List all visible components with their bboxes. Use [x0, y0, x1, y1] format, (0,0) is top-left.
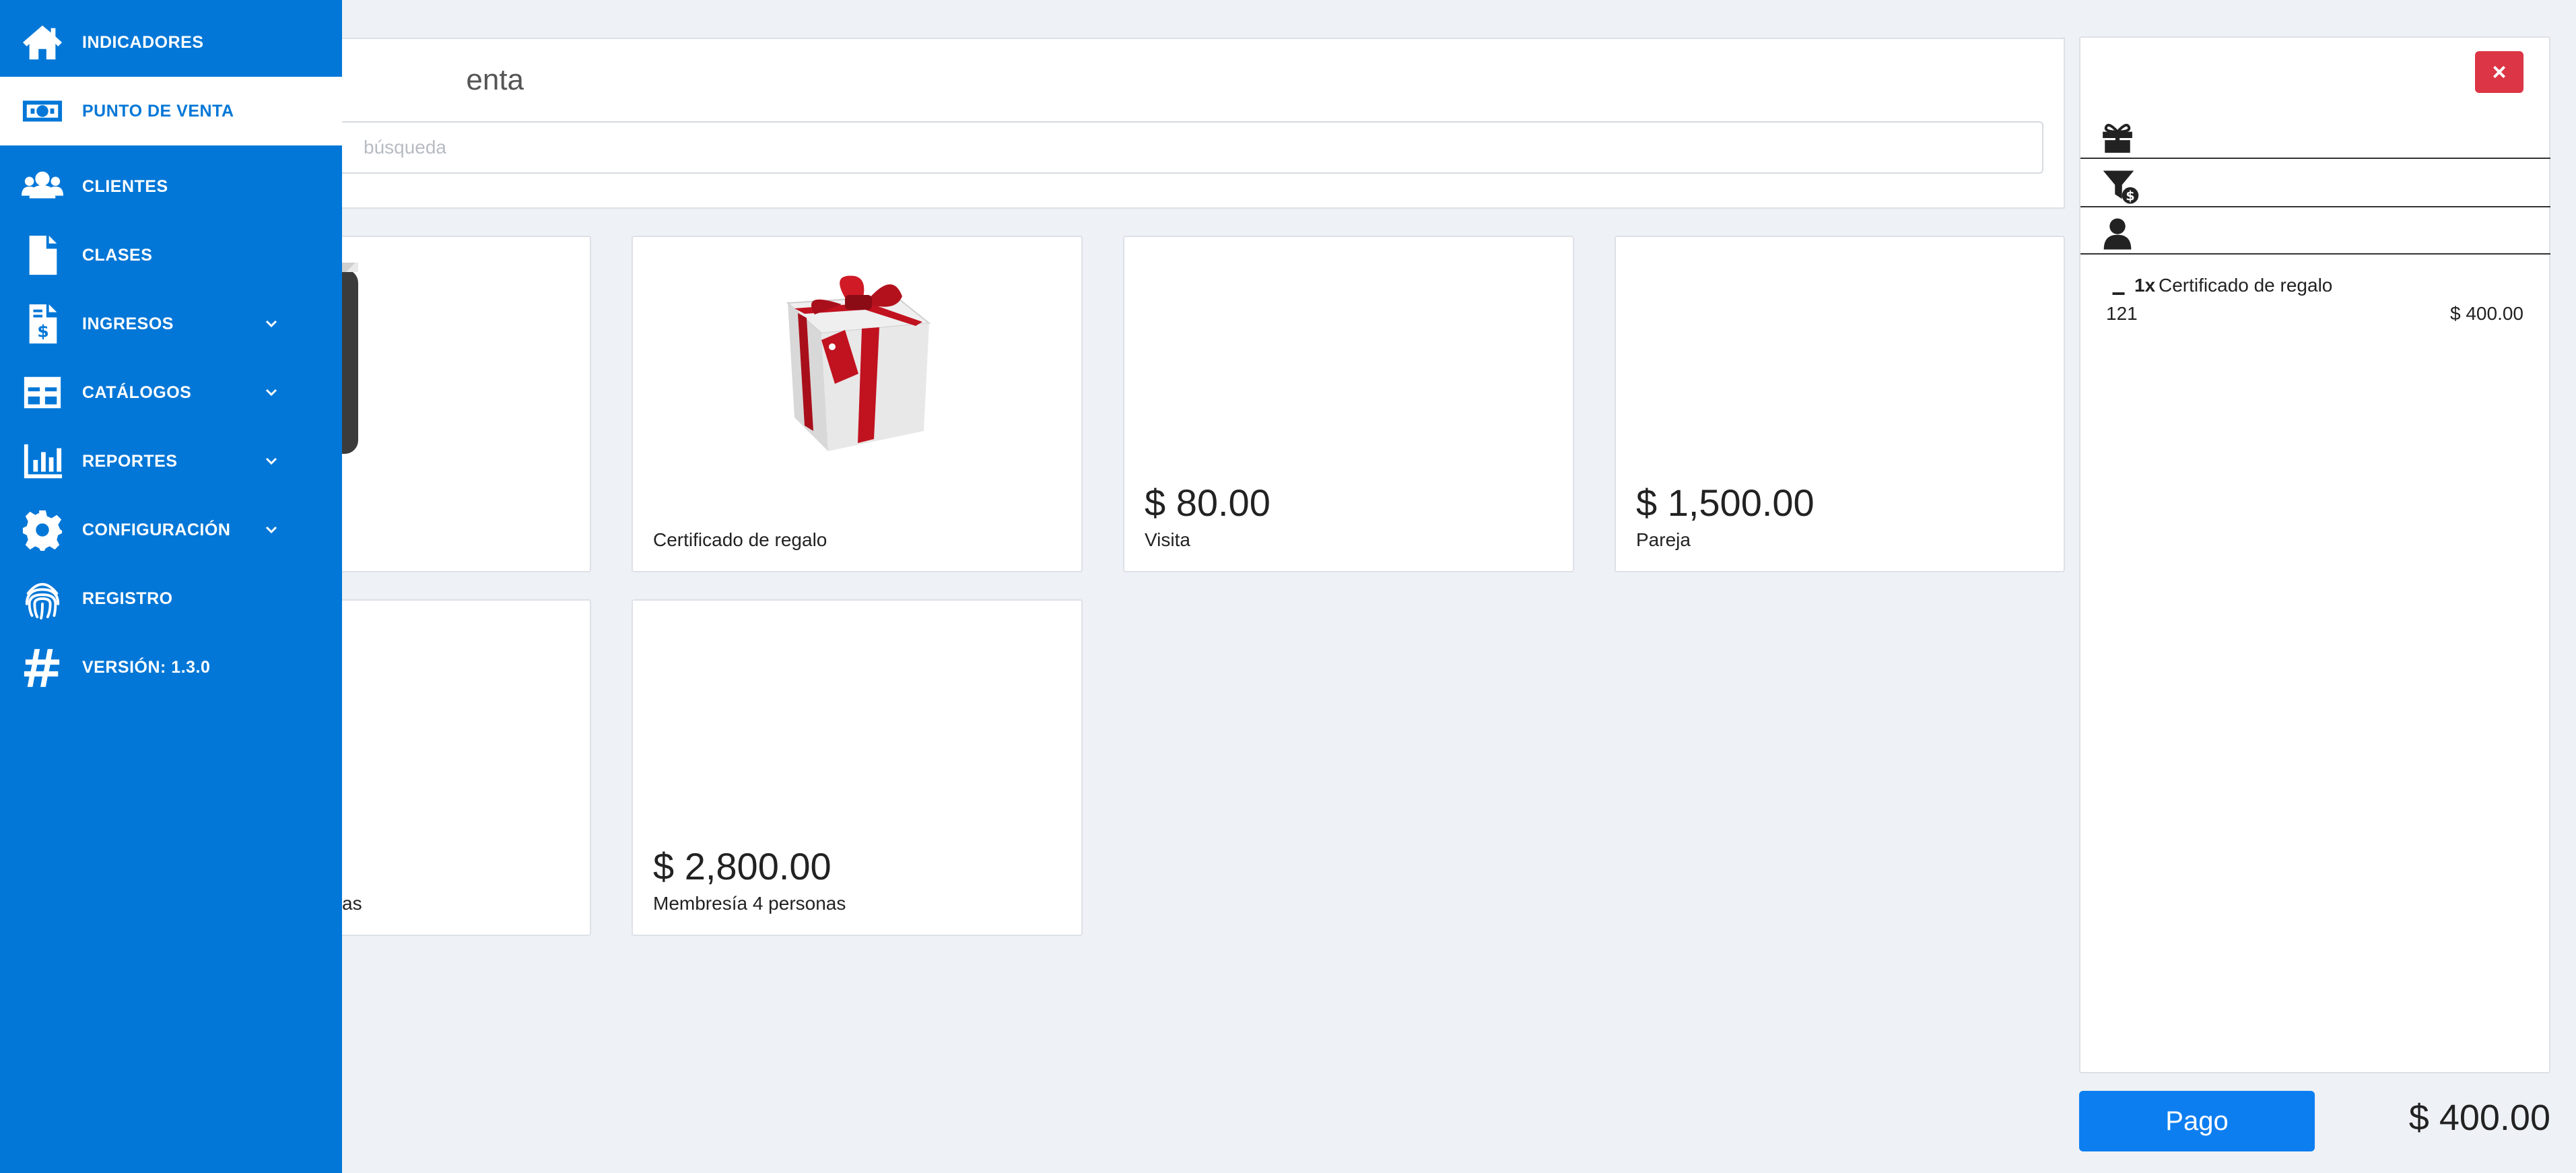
sidebar-item-label: REPORTES	[82, 451, 178, 471]
sidebar-item-catalogos[interactable]: CATÁLOGOS	[0, 358, 342, 427]
gift-box-icon	[786, 275, 931, 451]
product-card-membresia[interactable]: $ 2,800.00 Membresía 4 personas	[632, 599, 1083, 936]
search-input[interactable]	[325, 121, 2043, 174]
sidebar-item-clases[interactable]: CLASES	[0, 221, 342, 290]
chevron-down-icon	[263, 315, 280, 333]
chevron-down-icon	[263, 384, 280, 401]
chevron-down-icon	[263, 521, 280, 539]
sidebar-item-label: CONFIGURACIÓN	[82, 520, 231, 539]
search-card: Punto de venta	[283, 38, 2065, 209]
sidebar-item-label: CLASES	[82, 245, 153, 265]
sidebar-item-label: CATÁLOGOS	[82, 382, 192, 402]
sidebar-item-label: INGRESOS	[82, 314, 174, 333]
divider	[2080, 206, 2550, 207]
sidebar-item-clientes[interactable]: CLIENTES	[0, 152, 342, 221]
product-price: $ 1,500.00	[1636, 481, 1815, 524]
sidebar-item-punto-de-venta[interactable]: PUNTO DE VENTA	[0, 77, 342, 145]
gift-icon[interactable]	[2101, 121, 2134, 155]
table-icon	[20, 370, 65, 415]
sidebar-item-label: REGISTRO	[82, 589, 173, 608]
sidebar-item-version[interactable]: VERSIÓN: 1.3.0	[0, 633, 342, 702]
pay-button[interactable]: Pago	[2079, 1091, 2315, 1151]
close-button[interactable]: ×	[2475, 51, 2523, 93]
product-card-visita[interactable]: $ 80.00 Visita	[1123, 236, 1574, 572]
line-item-name: Certificado de regalo	[2159, 275, 2333, 296]
sidebar-item-reportes[interactable]: REPORTES	[0, 427, 342, 496]
product-price: $ 80.00	[1145, 481, 1270, 524]
product-name: as	[342, 893, 362, 914]
sidebar-item-ingresos[interactable]: $ INGRESOS	[0, 290, 342, 358]
sidebar-item-indicadores[interactable]: INDICADORES	[0, 8, 342, 77]
hashtag-icon	[20, 645, 65, 690]
money-bill-icon	[20, 89, 65, 133]
svg-text:$: $	[37, 321, 49, 341]
file-icon	[20, 233, 65, 277]
home-icon	[20, 20, 65, 65]
user-icon[interactable]	[2101, 217, 2134, 250]
decrease-quantity-button[interactable]: −	[2111, 281, 2126, 306]
divider	[2080, 253, 2550, 255]
product-name: Membresía 4 personas	[653, 893, 846, 914]
svg-text:$: $	[2126, 188, 2134, 203]
line-item-price: $ 400.00	[2450, 303, 2523, 324]
line-quantity: 1x	[2134, 275, 2156, 296]
product-card-certificado[interactable]: Certificado de regalo	[632, 236, 1083, 572]
chevron-down-icon	[263, 453, 280, 470]
product-name: Visita	[1145, 529, 1190, 550]
sidebar: INDICADORES PUNTO DE VENTA CLIENTES CLAS…	[0, 0, 342, 1173]
users-icon	[20, 164, 65, 209]
sidebar-item-label: INDICADORES	[82, 32, 204, 52]
cart-total: $ 400.00	[2408, 1098, 2550, 1138]
cart-panel: × $ − 1x Certificado de regalo 121 $ 400…	[2079, 36, 2550, 1073]
line-item-code: 121	[2106, 303, 2138, 324]
sidebar-item-registro[interactable]: REGISTRO	[0, 564, 342, 633]
sidebar-item-configuracion[interactable]: CONFIGURACIÓN	[0, 496, 342, 564]
fingerprint-icon	[20, 576, 65, 621]
product-name: Certificado de regalo	[653, 529, 827, 550]
bar-chart-icon	[20, 439, 65, 483]
invoice-dollar-icon: $	[20, 302, 65, 346]
product-name: Pareja	[1636, 529, 1691, 550]
sidebar-item-label: VERSIÓN: 1.3.0	[82, 657, 211, 677]
sidebar-item-label: CLIENTES	[82, 176, 168, 196]
divider	[2080, 158, 2550, 159]
gear-icon	[20, 508, 65, 552]
sidebar-item-label: PUNTO DE VENTA	[82, 101, 234, 121]
product-card-pareja[interactable]: $ 1,500.00 Pareja	[1615, 236, 2065, 572]
filter-dollar-icon[interactable]: $	[2101, 168, 2141, 204]
product-price: $ 2,800.00	[653, 845, 832, 887]
page-title: Punto de venta	[466, 63, 524, 96]
